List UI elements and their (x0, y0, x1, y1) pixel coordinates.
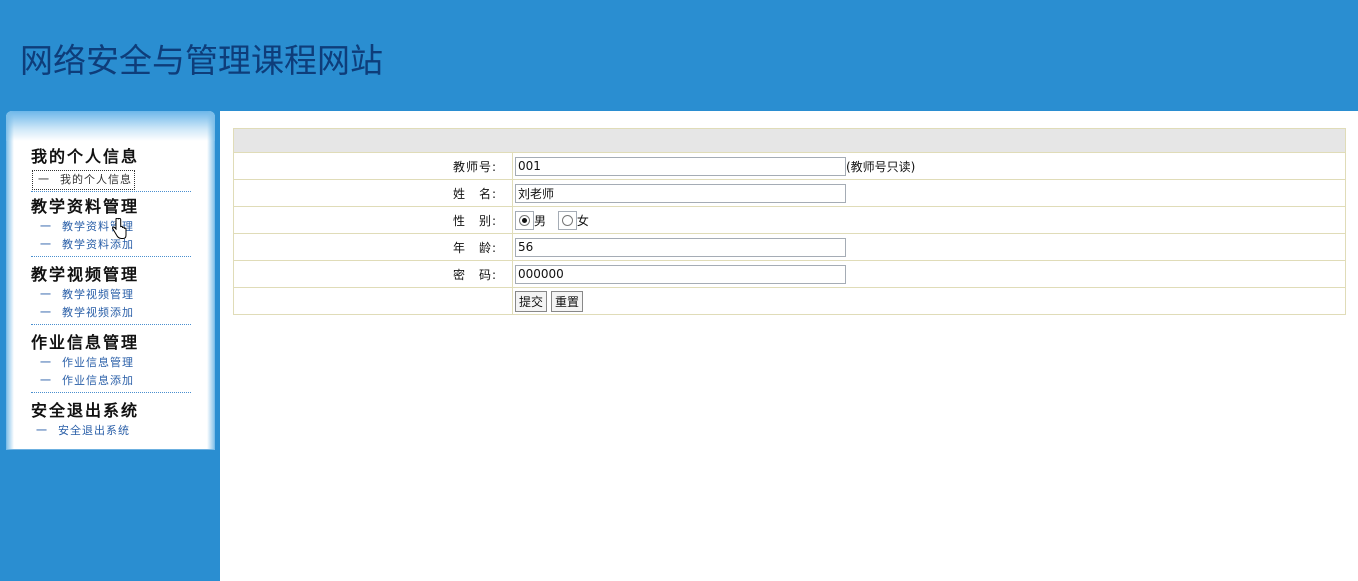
teacher-id-hint: (教师号只读) (846, 159, 916, 174)
menu-group-homework: 作业信息管理 一作业信息管理 一作业信息添加 (31, 332, 191, 393)
header-banner: 网络安全与管理课程网站 (0, 0, 1358, 111)
sidebar-item-label: 作业信息管理 (62, 356, 134, 369)
sidebar-item-my-info[interactable]: 一我的个人信息 (32, 170, 135, 190)
gender-cell: 男 女 (512, 206, 1346, 234)
divider (31, 191, 191, 192)
divider (31, 392, 191, 393)
form-header-cell (233, 128, 1346, 153)
teacher-id-field[interactable] (515, 156, 846, 176)
radio-dot-icon (561, 214, 573, 226)
menu-group-videos: 教学视频管理 一教学视频管理 一教学视频添加 (31, 264, 191, 325)
site-title: 网络安全与管理课程网站 (20, 41, 383, 80)
dash-bullet: 一 (40, 220, 52, 233)
menu-group-logout: 安全退出系统 一安全退出系统 (31, 400, 191, 440)
dash-bullet: 一 (36, 424, 48, 437)
form-row-gender: 性 别: 男 女 (233, 206, 1346, 234)
panel-edge-left (6, 111, 14, 450)
form-row-age: 年 龄: (233, 233, 1346, 261)
group-title: 教学资料管理 (31, 197, 140, 216)
panel-top-gradient (6, 111, 215, 141)
reset-button[interactable]: 重置 (551, 290, 584, 312)
dash-bullet: 一 (40, 238, 52, 251)
hand-cursor-icon (112, 218, 127, 239)
dash-bullet: 一 (40, 306, 52, 319)
actions-cell: 提交 重置 (512, 287, 1346, 315)
gender-label: 性 别: (233, 206, 513, 234)
sidebar-menu-panel: 我的个人信息 一我的个人信息 教学资料管理 一教学资料管理 一教学资料添加 教学… (6, 111, 215, 450)
form-header-row (233, 128, 1346, 153)
password-cell (512, 260, 1346, 288)
name-field[interactable] (515, 183, 846, 203)
panel-edge-right (207, 111, 215, 450)
sidebar-item-label: 作业信息添加 (62, 374, 134, 387)
age-field[interactable] (515, 237, 846, 257)
age-label: 年 龄: (233, 233, 513, 261)
group-title: 我的个人信息 (31, 147, 140, 166)
name-cell (512, 179, 1346, 207)
sidebar-item-videos-manage[interactable]: 一教学视频管理 (31, 286, 191, 304)
sidebar-item-videos-add[interactable]: 一教学视频添加 (31, 304, 191, 322)
divider (31, 324, 191, 325)
divider (31, 256, 191, 257)
teacher-id-cell: (教师号只读) (512, 152, 1346, 180)
gender-female-radio[interactable] (557, 210, 577, 230)
submit-button[interactable]: 提交 (515, 290, 548, 312)
form-row-password: 密 码: (233, 260, 1346, 288)
radio-dot-icon (519, 214, 530, 226)
group-title: 安全退出系统 (31, 401, 140, 420)
gender-female-label: 女 (576, 213, 589, 228)
group-title: 作业信息管理 (31, 333, 140, 352)
form-row-teacher-id: 教师号: (教师号只读) (233, 152, 1346, 180)
menu-group-personal-info: 我的个人信息 一我的个人信息 (31, 146, 191, 192)
sidebar: 我的个人信息 一我的个人信息 教学资料管理 一教学资料管理 一教学资料添加 教学… (0, 111, 220, 581)
teacher-info-form: 教师号: (教师号只读) 姓 名: 性 别: 男 女 年 龄: 密 码: 提交重… (233, 128, 1346, 315)
dash-bullet: 一 (40, 356, 52, 369)
name-label: 姓 名: (233, 179, 513, 207)
sidebar-item-homework-manage[interactable]: 一作业信息管理 (31, 354, 191, 372)
sidebar-item-label: 教学视频添加 (62, 306, 134, 319)
gender-male-radio[interactable] (515, 210, 534, 230)
sidebar-item-logout[interactable]: 一安全退出系统 (31, 422, 191, 440)
sidebar-item-label: 我的个人信息 (60, 173, 132, 186)
password-field[interactable] (515, 264, 846, 284)
dash-bullet: 一 (38, 173, 50, 186)
group-title: 教学视频管理 (31, 265, 140, 284)
sidebar-item-label: 安全退出系统 (58, 424, 130, 437)
sidebar-item-label: 教学视频管理 (62, 288, 134, 301)
gender-male-label: 男 (534, 213, 547, 228)
form-row-actions: 提交 重置 (233, 287, 1346, 315)
age-cell (512, 233, 1346, 261)
password-label: 密 码: (233, 260, 513, 288)
dash-bullet: 一 (40, 288, 52, 301)
sidebar-item-homework-add[interactable]: 一作业信息添加 (31, 372, 191, 390)
dash-bullet: 一 (40, 374, 52, 387)
teacher-id-label: 教师号: (233, 152, 513, 180)
form-row-name: 姓 名: (233, 179, 1346, 207)
actions-label-cell (233, 287, 513, 315)
